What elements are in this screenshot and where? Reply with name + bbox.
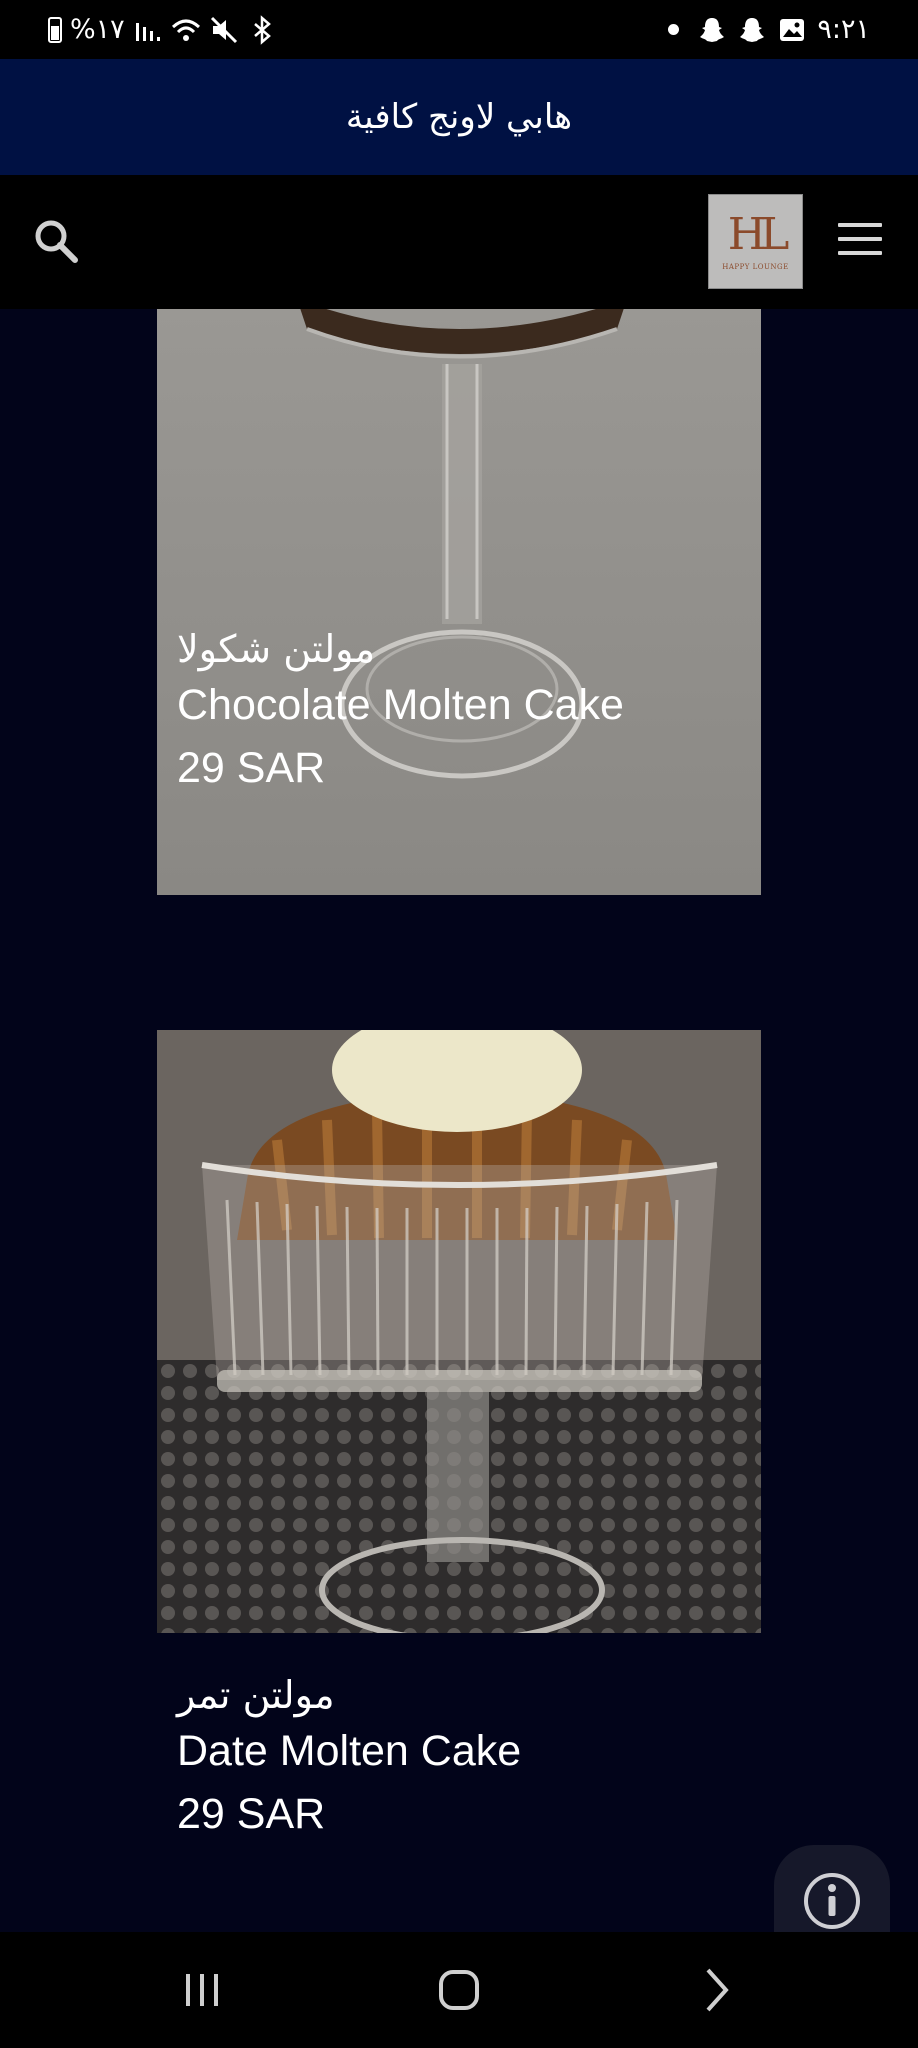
back-icon[interactable]	[686, 1960, 746, 2020]
status-right: ٩:٢١	[668, 0, 870, 59]
info-button[interactable]	[774, 1845, 890, 1932]
hamburger-menu-icon[interactable]	[838, 223, 882, 259]
happy-lounge-logo[interactable]: HL HAPPY LOUNGE	[708, 194, 803, 289]
recent-apps-icon[interactable]	[172, 1960, 232, 2020]
notification-dot-icon	[668, 24, 680, 35]
home-icon[interactable]	[429, 1960, 489, 2020]
search-icon[interactable]	[30, 215, 82, 267]
product-item[interactable]: مولتن شكولا Chocolate Molten Cake 29 SAR	[177, 627, 624, 793]
snapchat-icon	[740, 17, 765, 42]
logo-text: HAPPY LOUNGE	[722, 262, 789, 271]
logo-mark: HL	[727, 208, 790, 260]
battery-icon	[48, 16, 62, 43]
product-name-ar: مولتن شكولا	[177, 627, 376, 671]
product-price: 29 SAR	[177, 1790, 326, 1838]
cafe-title: هابي لاونج كافية	[345, 97, 573, 137]
product-name-ar: مولتن تمر	[177, 1673, 335, 1717]
chocolate-molten-cake-image[interactable]	[157, 309, 761, 895]
product-name-en: Chocolate Molten Cake	[177, 681, 624, 729]
signal-icon	[135, 22, 160, 41]
title-bar: هابي لاونج كافية	[0, 59, 918, 175]
status-time: ٩:٢١	[817, 14, 870, 45]
app-header: HL HAPPY LOUNGE	[0, 175, 918, 309]
wifi-icon	[171, 19, 200, 41]
info-icon	[804, 1873, 860, 1929]
status-bar: %١٧ ٩:٢١	[0, 0, 918, 59]
product-item[interactable]: مولتن تمر Date Molten Cake 29 SAR	[177, 1673, 521, 1839]
mute-icon	[210, 16, 237, 43]
gallery-icon	[780, 18, 805, 41]
product-name-en: Date Molten Cake	[177, 1727, 522, 1775]
date-molten-cake-image[interactable]	[157, 1030, 761, 1633]
snapchat-icon	[700, 17, 725, 42]
menu-content[interactable]: مولتن شكولا Chocolate Molten Cake 29 SAR	[0, 309, 918, 1932]
system-navigation-bar	[0, 1932, 918, 2048]
bluetooth-icon	[253, 14, 271, 45]
battery-percent: %١٧	[70, 14, 125, 45]
product-price: 29 SAR	[177, 744, 326, 792]
status-left: %١٧	[48, 0, 277, 59]
